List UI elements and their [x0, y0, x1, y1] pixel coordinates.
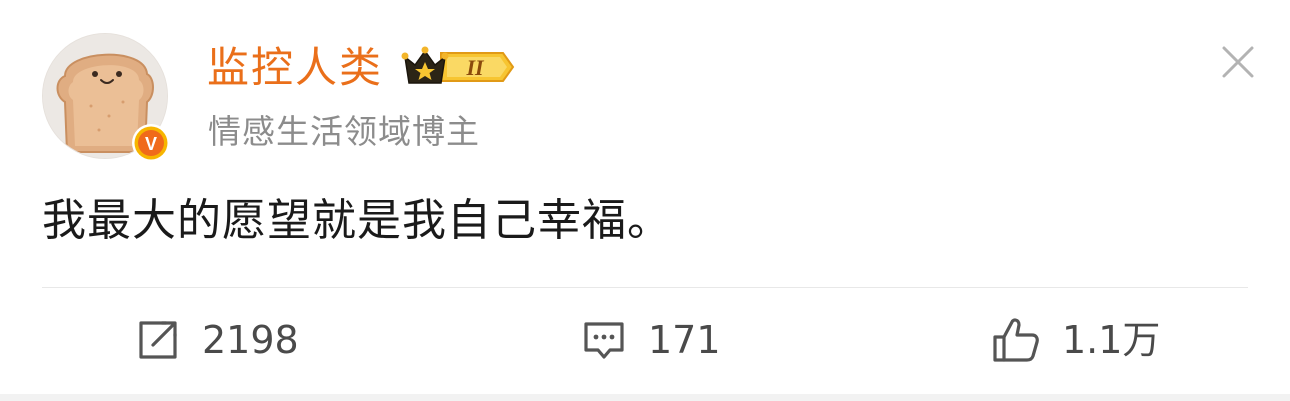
weibo-post-card: V 监控人类 II 情感生活领域博主 我最大的愿望就是我自己幸福。 2198 1… — [0, 0, 1290, 401]
like-button[interactable]: 1.1万 — [992, 312, 1160, 368]
comment-icon — [584, 322, 624, 359]
bottom-separator — [0, 394, 1290, 401]
close-button[interactable] — [1216, 40, 1260, 84]
level-badge-label: II — [465, 55, 485, 80]
user-name[interactable]: 监控人类 — [207, 40, 383, 96]
verified-badge-label: V — [145, 134, 157, 154]
thumbs-up-icon — [993, 318, 1039, 362]
close-icon[interactable] — [1216, 40, 1260, 84]
crown-level-badge-icon[interactable]: II — [401, 43, 519, 91]
repost-button[interactable]: 2198 — [136, 312, 299, 368]
repost-icon — [139, 321, 177, 359]
like-count: 1.1万 — [1062, 318, 1161, 362]
verified-badge-icon: V — [131, 123, 171, 163]
repost-count: 2198 — [202, 318, 299, 362]
divider — [42, 287, 1248, 288]
avatar-container[interactable]: V — [42, 33, 171, 163]
comment-button[interactable]: 171 — [582, 312, 721, 368]
comment-count: 171 — [648, 318, 721, 362]
user-description: 情感生活领域博主 — [208, 112, 480, 151]
post-text: 我最大的愿望就是我自己幸福。 — [42, 195, 672, 246]
